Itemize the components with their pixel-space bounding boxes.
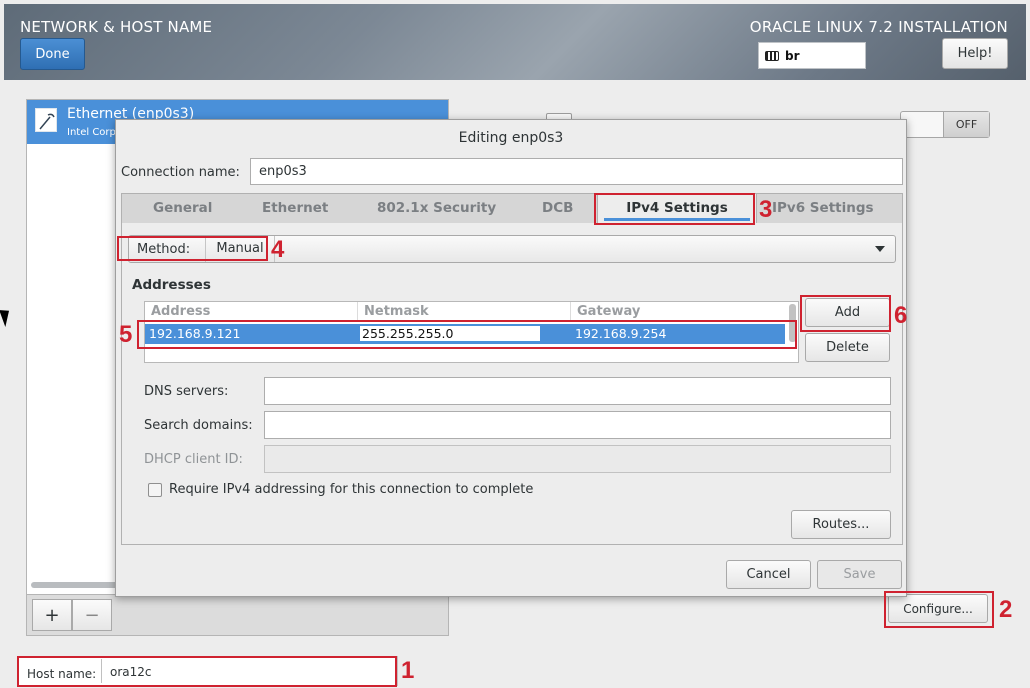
done-button[interactable]: Done (20, 38, 85, 70)
column-divider (357, 302, 358, 322)
dns-servers-input[interactable] (264, 377, 891, 405)
search-domains-input[interactable] (264, 411, 891, 439)
annotation-number-6: 6 (894, 302, 908, 329)
tab-8021x-security[interactable]: 802.1x Security (377, 194, 496, 223)
horizontal-scrollbar[interactable] (31, 582, 123, 588)
annotation-number-1: 1 (401, 657, 415, 684)
column-address: Address (151, 304, 211, 319)
dialog-title: Editing enp0s3 (458, 130, 564, 146)
connection-name-label: Connection name: (121, 165, 240, 180)
dhcp-client-id-label: DHCP client ID: (144, 452, 243, 467)
annotation-box-1 (17, 656, 397, 687)
annotation-number-5: 5 (119, 321, 133, 348)
remove-device-button[interactable]: − (72, 599, 112, 631)
annotation-number-4: 4 (271, 236, 285, 263)
annotation-number-2: 2 (999, 596, 1013, 623)
header-bar: NETWORK & HOST NAME Done ORACLE LINUX 7.… (4, 4, 1026, 80)
tab-dcb[interactable]: DCB (542, 194, 573, 223)
require-ipv4-checkbox[interactable] (148, 483, 162, 497)
table-header: Address Netmask Gateway (145, 302, 785, 322)
search-domains-label: Search domains: (144, 418, 253, 433)
column-gateway: Gateway (577, 304, 641, 319)
ipv4-settings-panel: Method: Manual Addresses Address Netmask… (121, 223, 903, 545)
annotation-box-4 (117, 236, 268, 261)
mouse-cursor-icon (0, 307, 14, 327)
annotation-number-3: 3 (759, 196, 773, 223)
settings-tabs: General Ethernet 802.1x Security DCB IPv… (121, 193, 903, 224)
annotation-box-3 (594, 193, 755, 225)
keyboard-icon (765, 50, 779, 61)
tab-ipv6-settings[interactable]: IPv6 Settings (772, 194, 874, 223)
routes-button[interactable]: Routes... (791, 510, 891, 539)
dns-servers-label: DNS servers: (144, 384, 229, 399)
add-device-button[interactable]: + (32, 599, 72, 631)
save-button[interactable]: Save (817, 560, 902, 589)
tab-general[interactable]: General (153, 194, 212, 223)
ethernet-icon (35, 108, 57, 132)
annotation-box-5 (137, 320, 797, 349)
annotation-box-6 (800, 295, 891, 332)
annotation-box-2 (884, 591, 994, 628)
page-title: NETWORK & HOST NAME (20, 18, 213, 36)
column-divider (570, 302, 571, 322)
keyboard-layout-indicator[interactable]: br (758, 42, 866, 69)
product-title: ORACLE LINUX 7.2 INSTALLATION (749, 18, 1008, 36)
help-button[interactable]: Help! (942, 38, 1008, 69)
edit-connection-dialog: Editing enp0s3 Connection name: enp0s3 G… (115, 119, 907, 597)
cancel-button[interactable]: Cancel (726, 560, 811, 589)
addresses-heading: Addresses (132, 277, 211, 293)
keyboard-layout-label: br (785, 48, 800, 63)
dhcp-client-id-input (264, 445, 891, 473)
device-list-toolbar: + − (26, 594, 449, 636)
require-ipv4-label: Require IPv4 addressing for this connect… (169, 482, 534, 497)
tab-ethernet[interactable]: Ethernet (262, 194, 328, 223)
chevron-down-icon (875, 246, 885, 252)
device-vendor: Intel Corp (67, 127, 116, 138)
device-onoff-switch[interactable]: OFF (900, 111, 990, 138)
delete-address-button[interactable]: Delete (805, 333, 890, 362)
connection-name-input[interactable]: enp0s3 (250, 158, 903, 185)
column-netmask: Netmask (364, 304, 429, 319)
off-label: OFF (943, 112, 989, 137)
